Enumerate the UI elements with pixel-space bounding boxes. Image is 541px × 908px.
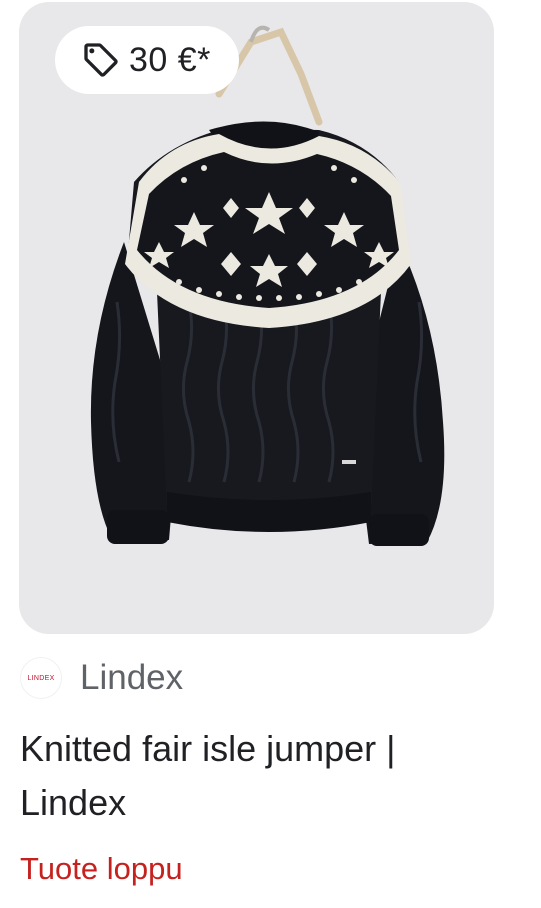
merchant-row[interactable]: LINDEX Lindex — [20, 650, 183, 706]
price-chip: 30 €* — [55, 26, 239, 94]
merchant-name: Lindex — [80, 658, 184, 697]
product-image[interactable]: 30 €* — [19, 2, 494, 634]
stock-status: Tuote loppu — [20, 851, 183, 886]
price-label: 30 €* — [129, 40, 211, 79]
price-tag-icon — [81, 40, 121, 80]
jumper-image — [90, 25, 445, 546]
merchant-logo-text: LINDEX — [27, 674, 55, 682]
product-title[interactable]: Knitted fair isle jumper | Lindex — [20, 722, 510, 830]
merchant-logo: LINDEX — [20, 657, 62, 699]
